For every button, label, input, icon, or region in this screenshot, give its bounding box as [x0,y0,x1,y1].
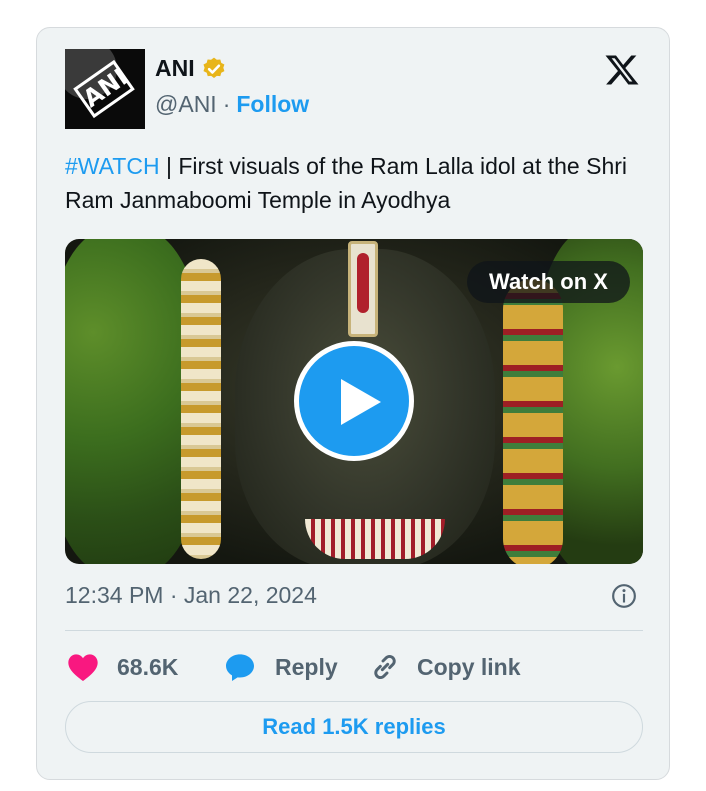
reply-bubble-icon [226,654,254,681]
watch-on-x-button[interactable]: Watch on X [467,261,630,303]
timestamp[interactable]: 12:34 PM · Jan 22, 2024 [65,582,317,609]
copy-link-label: Copy link [417,653,521,680]
author-handle[interactable]: @ANI [155,91,217,118]
tweet-card[interactable]: ANI ANI @ANI · Follow #WATCH | First vis… [36,27,670,780]
garland-right-image [503,279,563,564]
garland-left-image [181,259,221,559]
reply-button[interactable]: Reply [223,646,338,688]
copy-link-button[interactable]: Copy link [369,646,521,688]
follow-button[interactable]: Follow [236,91,309,118]
x-logo-icon[interactable] [603,52,641,88]
video-thumbnail[interactable]: Watch on X [65,239,643,564]
info-icon[interactable] [611,583,637,609]
verified-badge-icon [203,57,225,78]
necklace-image [305,519,445,559]
avatar[interactable]: ANI [65,49,145,129]
link-icon [374,654,396,680]
read-replies-button[interactable]: Read 1.5K replies [65,701,643,753]
hashtag-link[interactable]: #WATCH [65,153,160,179]
like-count: 68.6K [117,653,179,680]
separator-dot: · [222,91,231,117]
tweet-text: #WATCH | First visuals of the Ram Lalla … [65,149,645,217]
play-icon [341,379,381,425]
divider [65,630,643,631]
author-name[interactable]: ANI [155,55,195,82]
play-button[interactable] [294,341,414,461]
like-button[interactable]: 68.6K [67,646,178,688]
heart-icon [68,654,98,681]
reply-label: Reply [275,653,338,680]
